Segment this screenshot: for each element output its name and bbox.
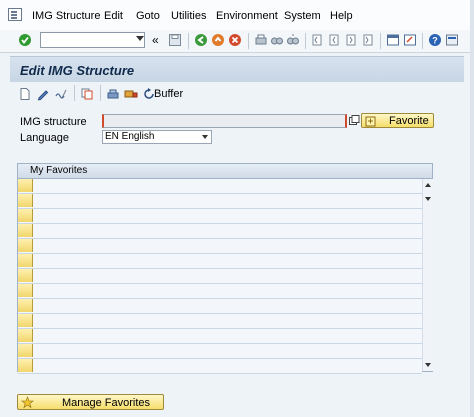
table-row[interactable] — [18, 254, 422, 269]
manage-favorites-button[interactable]: Manage Favorites — [17, 394, 164, 410]
buffer-button[interactable]: Buffer — [154, 88, 183, 100]
table-row[interactable] — [18, 224, 422, 239]
row-selector[interactable] — [18, 314, 33, 327]
command-field[interactable] — [40, 32, 145, 48]
next-page-icon[interactable] — [344, 33, 358, 47]
svg-text:?: ? — [432, 36, 438, 46]
scroll-bottom-icon[interactable] — [425, 363, 431, 367]
copy-icon[interactable] — [80, 87, 94, 101]
table-header: My Favorites — [18, 164, 432, 179]
row-selector[interactable] — [18, 209, 33, 222]
menu-bar: IMG Structure Edit Goto Utilities Enviro… — [0, 0, 474, 31]
new-session-icon[interactable] — [386, 33, 400, 47]
language-label: Language — [20, 132, 69, 144]
menu-environment[interactable]: Environment — [216, 10, 278, 22]
title-bar: Edit IMG Structure — [10, 56, 464, 83]
vertical-scrollbar[interactable] — [422, 179, 433, 371]
table-row[interactable] — [18, 269, 422, 284]
img-structure-input[interactable] — [102, 114, 347, 128]
prev-page-icon[interactable] — [327, 33, 341, 47]
toolbar-separator — [74, 85, 75, 101]
page-title: Edit IMG Structure — [20, 63, 135, 78]
menu-img-structure[interactable]: IMG Structure — [32, 10, 100, 22]
exit-icon[interactable] — [211, 33, 225, 47]
img-structure-label: IMG structure — [20, 116, 87, 128]
find-next-icon[interactable] — [286, 33, 300, 47]
check-icon[interactable] — [18, 33, 32, 47]
row-selector[interactable] — [18, 224, 33, 237]
row-selector[interactable] — [18, 179, 33, 192]
row-selector[interactable] — [18, 359, 33, 372]
menu-edit[interactable]: Edit — [104, 10, 123, 22]
star-icon — [21, 396, 34, 409]
table-row[interactable] — [18, 344, 422, 359]
first-page-icon[interactable] — [310, 33, 324, 47]
table-row[interactable] — [18, 284, 422, 299]
favorite-button[interactable]: Favorite — [361, 113, 434, 128]
language-value: EN English — [105, 131, 155, 142]
toolbar-separator — [100, 85, 101, 101]
scroll-up-icon[interactable] — [425, 183, 431, 187]
command-dropdown-icon[interactable] — [136, 36, 144, 41]
save-icon[interactable] — [168, 33, 182, 47]
table-row[interactable] — [18, 329, 422, 344]
row-selector[interactable] — [18, 284, 33, 297]
shortcut-icon[interactable] — [403, 33, 417, 47]
table-row[interactable] — [18, 194, 422, 209]
language-select[interactable]: EN English — [102, 130, 212, 144]
table-row[interactable] — [18, 359, 422, 374]
system-menu-icon[interactable] — [8, 8, 22, 21]
add-favorite-icon — [365, 116, 376, 127]
toolbar-separator — [305, 33, 306, 49]
layout-icon[interactable] — [445, 33, 459, 47]
application-toolbar: Buffer — [10, 82, 464, 104]
edit-pencil-icon[interactable] — [36, 87, 50, 101]
row-selector[interactable] — [18, 344, 33, 357]
help-icon[interactable]: ? — [428, 33, 442, 47]
toolbar-separator — [380, 33, 381, 49]
table-header-my-favorites: My Favorites — [30, 165, 88, 176]
row-selector[interactable] — [18, 254, 33, 267]
window-edge — [470, 0, 474, 417]
row-selector[interactable] — [18, 194, 33, 207]
print-icon[interactable] — [254, 33, 268, 47]
find-icon[interactable] — [270, 33, 284, 47]
menu-help[interactable]: Help — [330, 10, 353, 22]
value-help-icon[interactable] — [349, 115, 360, 126]
menu-system[interactable]: System — [284, 10, 321, 22]
row-selector[interactable] — [18, 269, 33, 282]
chevron-down-icon — [202, 135, 208, 139]
row-selector[interactable] — [18, 329, 33, 342]
table-row[interactable] — [18, 299, 422, 314]
toolbar-separator — [248, 33, 249, 49]
back-icon[interactable] — [194, 33, 208, 47]
row-selector[interactable] — [18, 299, 33, 312]
menu-goto[interactable]: Goto — [136, 10, 160, 22]
truck-icon[interactable] — [124, 87, 138, 101]
collapse-icon[interactable]: « — [152, 33, 159, 47]
row-selector[interactable] — [18, 239, 33, 252]
table-row[interactable] — [18, 314, 422, 329]
new-document-icon[interactable] — [18, 87, 32, 101]
standard-toolbar: « ? — [0, 30, 474, 53]
favorites-table: My Favorites — [17, 163, 433, 374]
toolbar-separator — [188, 33, 189, 49]
table-row[interactable] — [18, 239, 422, 254]
table-row[interactable] — [18, 179, 422, 194]
scroll-down-icon[interactable] — [425, 197, 431, 201]
display-change-icon[interactable] — [54, 87, 68, 101]
menu-utilities[interactable]: Utilities — [171, 10, 206, 22]
transport-icon[interactable] — [106, 87, 120, 101]
table-row[interactable] — [18, 209, 422, 224]
manage-favorites-label: Manage Favorites — [62, 397, 151, 409]
favorite-button-label: Favorite — [389, 115, 429, 127]
toolbar-separator — [422, 33, 423, 49]
cancel-icon[interactable] — [228, 33, 242, 47]
last-page-icon[interactable] — [361, 33, 375, 47]
